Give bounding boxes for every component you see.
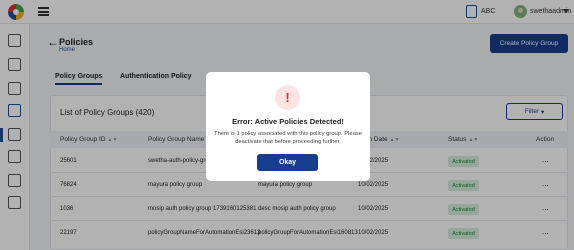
okay-button[interactable]: Okay (257, 154, 318, 171)
dialog-message: There is 1 policy associated with this p… (214, 131, 362, 145)
dialog-title: Error: Active Policies Detected! (232, 117, 344, 126)
error-icon: ! (275, 85, 300, 110)
error-dialog: ! Error: Active Policies Detected! There… (206, 72, 370, 181)
